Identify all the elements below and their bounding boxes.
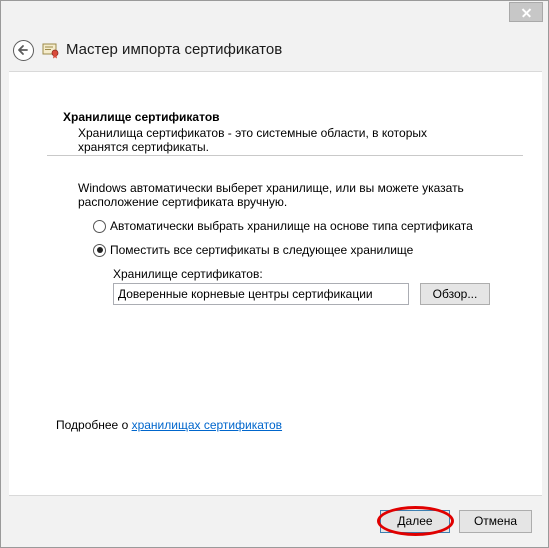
browse-button[interactable]: Обзор... bbox=[420, 283, 490, 305]
close-button[interactable] bbox=[509, 2, 543, 22]
store-label: Хранилище сертификатов: bbox=[113, 267, 263, 281]
back-button[interactable] bbox=[13, 40, 34, 61]
store-field[interactable]: Доверенные корневые центры сертификации bbox=[113, 283, 409, 305]
radio-auto-select[interactable]: Автоматически выбрать хранилище на основ… bbox=[93, 219, 473, 233]
radio-button-place-all[interactable] bbox=[93, 243, 106, 257]
certificate-icon bbox=[42, 43, 59, 59]
cancel-button[interactable]: Отмена bbox=[459, 510, 532, 533]
more-info-text: Подробнее о хранилищах сертификатов bbox=[56, 418, 282, 432]
section-description: Хранилища сертификатов - это системные о… bbox=[78, 126, 427, 154]
radio-place-all[interactable]: Поместить все сертификаты в следующее хр… bbox=[93, 243, 413, 257]
radio-label-place-all: Поместить все сертификаты в следующее хр… bbox=[110, 243, 414, 257]
section-title: Хранилище сертификатов bbox=[63, 110, 220, 124]
back-arrow-icon bbox=[18, 45, 28, 55]
radio-label-auto: Автоматически выбрать хранилище на основ… bbox=[110, 219, 473, 233]
header-divider bbox=[47, 155, 523, 156]
radio-button-auto[interactable] bbox=[93, 219, 106, 233]
cert-stores-link[interactable]: хранилищах сертификатов bbox=[132, 418, 282, 432]
info-text: Windows автоматически выберет хранилище,… bbox=[78, 181, 464, 209]
more-info-prefix: Подробнее о bbox=[56, 418, 132, 432]
wizard-window: Мастер импорта сертификатов Хранилище се… bbox=[0, 0, 549, 548]
window-title: Мастер импорта сертификатов bbox=[66, 41, 283, 58]
next-button[interactable]: Далее bbox=[380, 510, 450, 533]
